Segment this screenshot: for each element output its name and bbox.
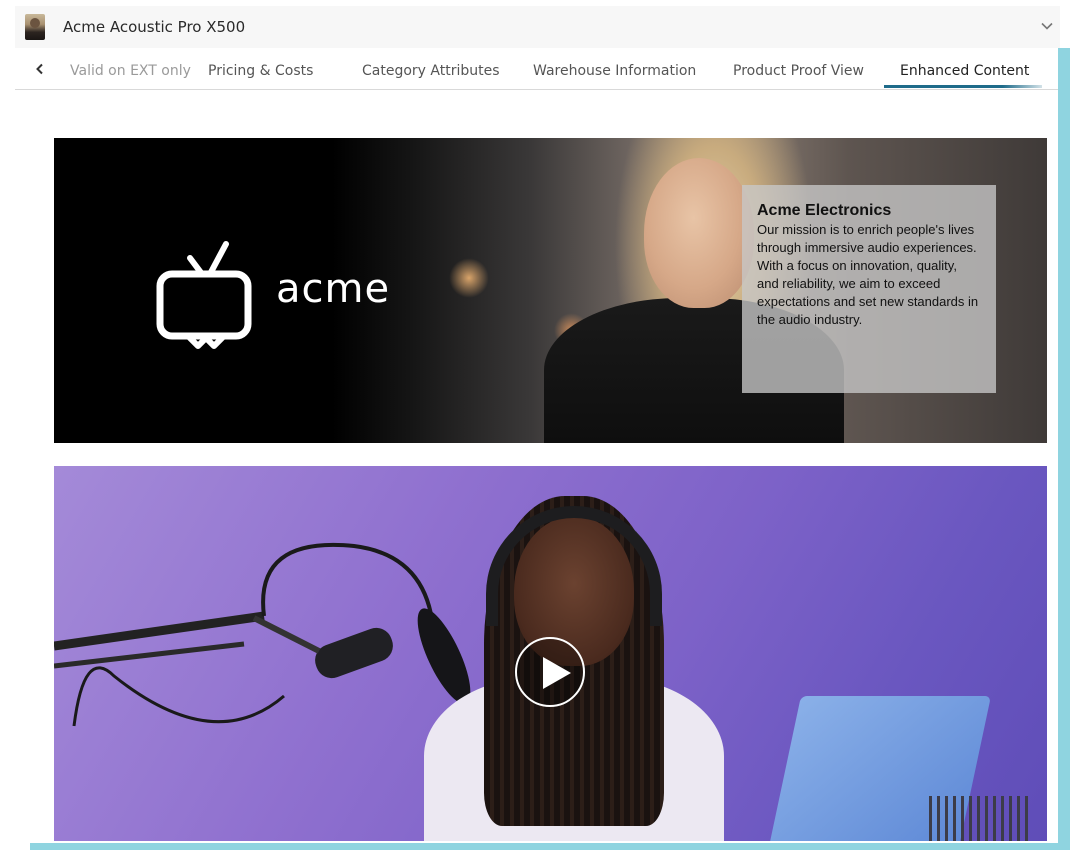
brand-info-title: Acme Electronics xyxy=(757,202,892,219)
pen-cup-graphic xyxy=(929,796,1029,841)
chevron-down-icon[interactable] xyxy=(1040,19,1054,33)
tab-enhanced-content[interactable]: Enhanced Content xyxy=(900,63,1029,79)
tab-product-proof-view[interactable]: Product Proof View xyxy=(733,63,864,79)
brand-info-box: Acme Electronics Our mission is to enric… xyxy=(742,185,996,393)
brand-logo-text: acme xyxy=(276,266,391,312)
active-tab-indicator xyxy=(884,85,1042,88)
play-icon xyxy=(543,657,571,689)
tab-category-attributes[interactable]: Category Attributes xyxy=(362,63,500,79)
accent-border-right xyxy=(1058,48,1070,850)
tab-pricing-costs[interactable]: Pricing & Costs xyxy=(208,63,313,79)
brand-info-text: Our mission is to enrich people's lives … xyxy=(757,222,979,327)
accent-border-bottom xyxy=(30,843,1070,850)
product-thumbnail xyxy=(25,14,45,40)
tab-bar: Valid on EXT only Pricing & Costs Catego… xyxy=(15,49,1060,90)
tab-warehouse-information[interactable]: Warehouse Information xyxy=(533,63,696,79)
play-button[interactable] xyxy=(515,637,585,707)
chevron-left-icon[interactable] xyxy=(33,62,47,76)
tv-icon xyxy=(156,241,252,349)
product-header: Acme Acoustic Pro X500 xyxy=(15,6,1060,48)
tab-valid-on-ext[interactable]: Valid on EXT only xyxy=(70,63,191,79)
product-title: Acme Acoustic Pro X500 xyxy=(63,18,246,36)
app-frame: Acme Acoustic Pro X500 Valid on EXT only… xyxy=(0,0,1078,850)
